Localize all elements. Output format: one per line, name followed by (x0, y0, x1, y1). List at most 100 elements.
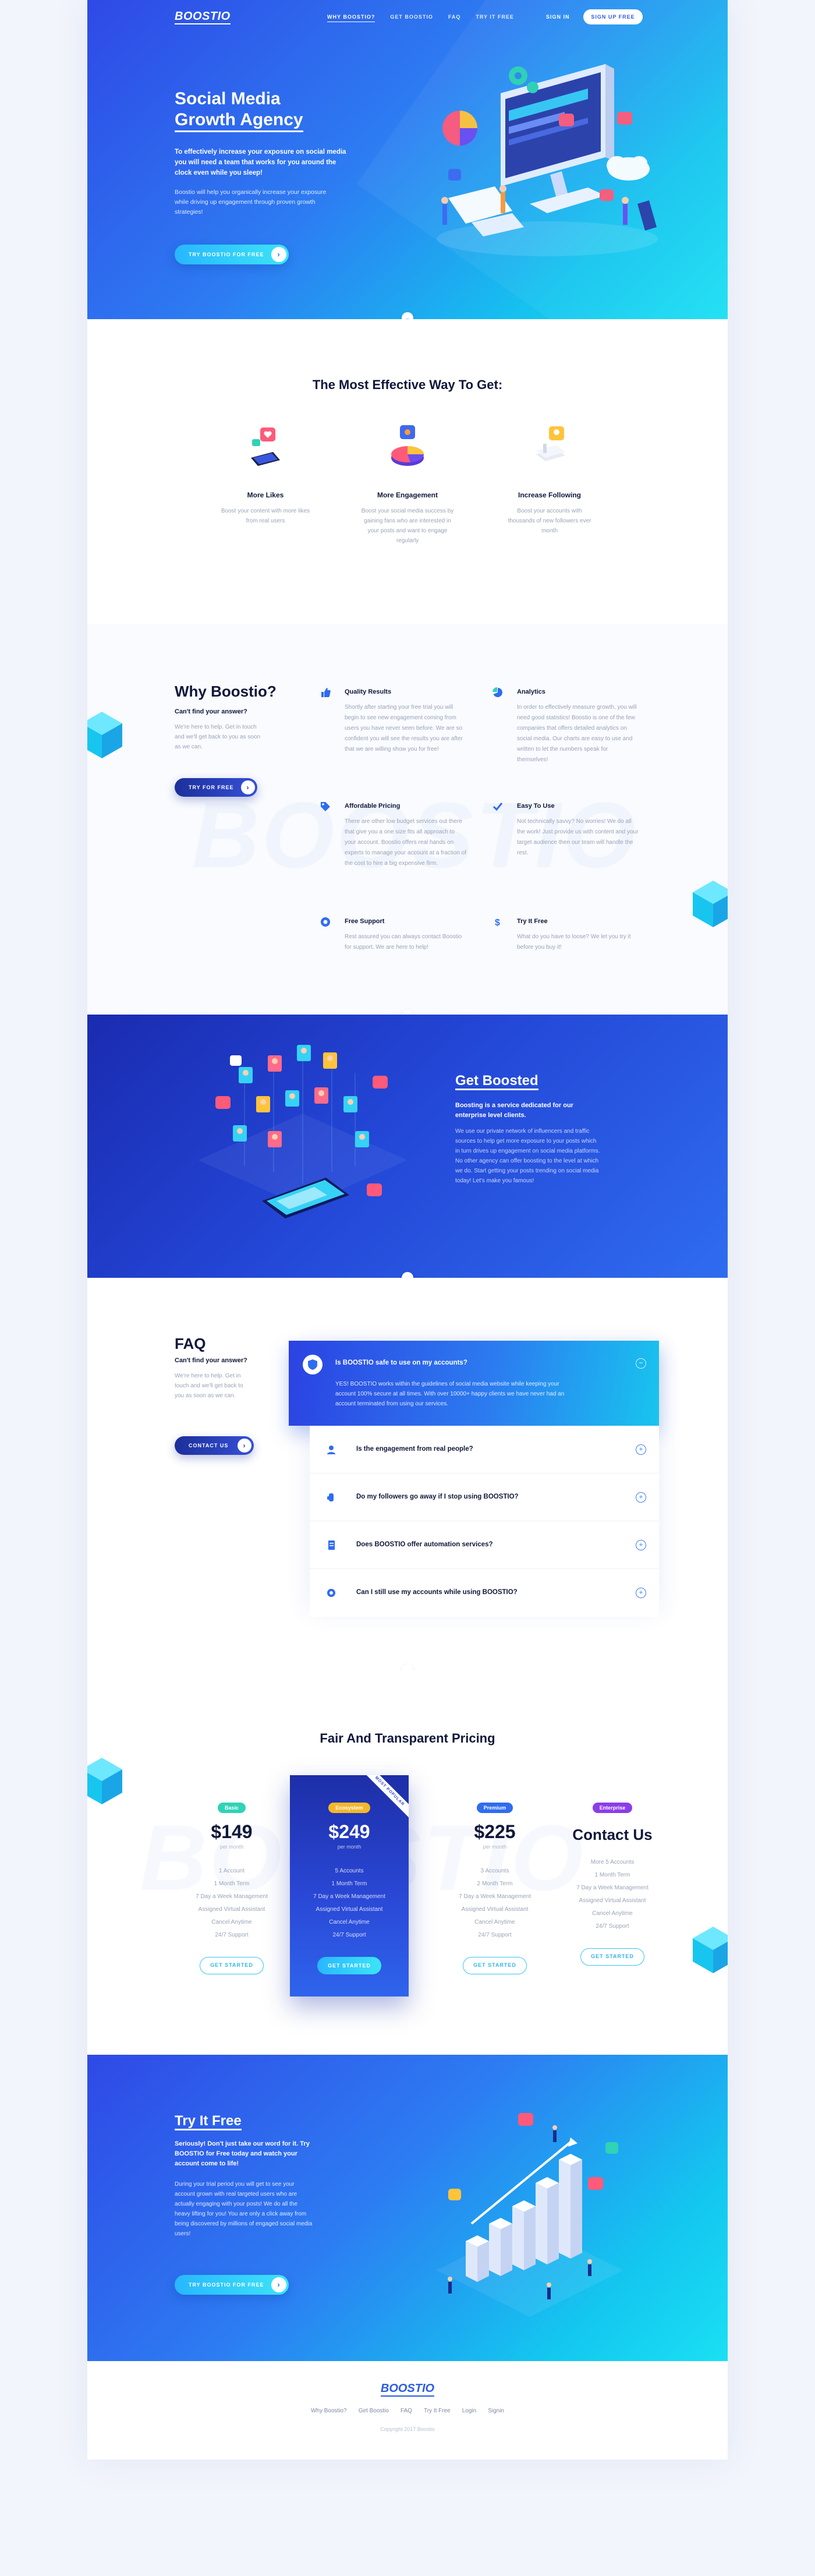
plus-icon[interactable]: + (636, 1588, 646, 1598)
faq-text: We're here to help. Get in touch and we'… (175, 1373, 243, 1399)
nav-link-why[interactable]: WHY BOOSTIO? (327, 14, 375, 22)
footer-logo[interactable]: BOOSTIO (87, 2382, 728, 2397)
faq-item-open[interactable]: Is BOOSTIO safe to use on my accounts? Y… (289, 1341, 659, 1426)
faq-item[interactable]: Do my followers go away if I stop using … (310, 1473, 659, 1521)
scroll-down-button[interactable]: ⌄ (402, 1010, 413, 1015)
footer-link-faq[interactable]: FAQ (401, 2408, 412, 2414)
footer-link-login[interactable]: Login (462, 2408, 476, 2414)
plan-feature: Assigned Virtual Assistant (316, 1906, 383, 1913)
contact-us-button[interactable]: CONTACT US › (175, 1436, 254, 1455)
copyright: Copyright 2017 Boostio (380, 2426, 435, 2432)
feature-text: Boost your accounts with thousands of ne… (508, 508, 591, 534)
followers-icon (536, 426, 565, 461)
brand-logo[interactable]: BOOSTIO (175, 10, 231, 24)
cube-decoration (87, 712, 122, 758)
top-nav: BOOSTIO WHY BOOSTIO? GET BOOSTIO FAQ TRY… (87, 0, 728, 36)
why-subtitle: Can't find your answer? (175, 708, 247, 715)
feature-increase-following: Increase Following Boost your accounts w… (491, 422, 608, 536)
plan-ecosystem: Ecosystem $249 per month 5 Accounts 1 Mo… (291, 1802, 408, 1974)
faq-item[interactable]: Is the engagement from real people? + (310, 1426, 659, 1473)
feature-title: More Engagement (377, 491, 438, 499)
plan-features: More 5 Accounts 1 Month Term 7 Day a Wee… (554, 1856, 671, 1933)
sign-up-button[interactable]: SIGN UP FREE (583, 9, 643, 24)
plan-feature: 7 Day a Week Management (576, 1885, 649, 1891)
try-free-section: Try It Free Seriously! Don't just take o… (87, 2055, 728, 2361)
get-started-button[interactable]: GET STARTED (463, 1957, 527, 1974)
try-free-text: During your trial period you will get to… (175, 2181, 313, 2237)
try-free-cta-button[interactable]: TRY BOOSTIO FOR FREE › (175, 2275, 289, 2295)
scroll-down-button[interactable]: ⌄ (402, 1272, 413, 1278)
try-free-lead: Seriously! Don't just take our word for … (175, 2140, 310, 2167)
footer-link-signin[interactable]: Signin (488, 2408, 504, 2414)
plan-feature: Assigned Virtual Assistant (461, 1906, 529, 1913)
get-boosted-title: Get Boosted (455, 1073, 538, 1090)
faq-item[interactable]: Can I still use my accounts while using … (310, 1569, 659, 1617)
get-boosted-lead: Boosting is a service dedicated for our … (455, 1102, 573, 1119)
plan-feature: More 5 Accounts (590, 1859, 635, 1865)
hero-title-line1: Social Media (175, 89, 281, 108)
collapse-icon[interactable]: − (636, 1358, 646, 1369)
plan-feature: Cancel Anytime (329, 1919, 370, 1925)
hero-cta-label: TRY BOOSTIO FOR FREE (189, 252, 264, 257)
contact-us-label: CONTACT US (189, 1443, 229, 1448)
feature-title: More Likes (247, 491, 284, 499)
plan-period: per month (337, 1844, 362, 1850)
feature-title: Increase Following (518, 491, 582, 499)
plus-icon[interactable]: + (636, 1444, 646, 1455)
feature-more-engagement: More Engagement Boost your social media … (349, 422, 466, 546)
plan-features: 5 Accounts 1 Month Term 7 Day a Week Man… (291, 1865, 408, 1942)
plan-feature: 7 Day a Week Management (459, 1893, 531, 1900)
get-started-button[interactable]: GET STARTED (580, 1948, 644, 1966)
get-started-button[interactable]: GET STARTED (200, 1957, 264, 1974)
dollar-icon: $ (495, 918, 500, 927)
cube-decoration (693, 881, 728, 927)
svg-text:$: $ (495, 918, 500, 927)
plus-icon[interactable]: + (636, 1492, 646, 1503)
nav-link-faq[interactable]: FAQ (448, 14, 461, 22)
sign-in-link[interactable]: SIGN IN (546, 14, 570, 20)
try-free-title-text: Try It Free (175, 2113, 242, 2130)
get-boosted-title-text: Get Boosted (455, 1073, 538, 1090)
plan-feature: 7 Day a Week Management (313, 1893, 385, 1900)
why-text: We're here to help. Get in touch and we'… (175, 724, 261, 750)
arrow-right-icon: › (271, 247, 286, 262)
plus-icon[interactable]: + (636, 1540, 646, 1550)
why-feature-text: Not technically savvy? No worries! We do… (517, 818, 639, 856)
checkmark-icon (492, 803, 503, 811)
get-started-button[interactable]: GET STARTED (317, 1957, 381, 1974)
arrow-right-icon: › (238, 1439, 251, 1453)
footer-link-get[interactable]: Get Boostio (359, 2408, 389, 2414)
plan-feature: 1 Month Term (594, 1872, 630, 1878)
pie-engagement-icon (391, 425, 424, 466)
hero-illustration (437, 64, 658, 256)
plan-price: $225 (474, 1821, 516, 1842)
why-feature-text: Shortly after starting your free trial y… (345, 704, 463, 752)
logo-text: BOOSTIO (175, 10, 231, 24)
why-title: Why Boostio? (175, 683, 277, 700)
footer-links: Why Boostio? Get Boostio FAQ Try It Free… (87, 2408, 728, 2414)
why-feature-quality: Quality Results Shortly after starting y… (321, 688, 467, 755)
why-feature-analytics: Analytics In order to effectively measur… (492, 687, 639, 765)
cube-decoration (87, 1758, 122, 1804)
cube-decoration (693, 1927, 728, 1973)
thumbs-up-icon (321, 688, 331, 697)
get-boosted-section: Get Boosted Boosting is a service dedica… (87, 1015, 728, 1278)
plan-feature: 24/7 Support (596, 1923, 629, 1930)
arrow-right-icon: › (241, 780, 255, 794)
footer-link-try[interactable]: Try It Free (424, 2408, 451, 2414)
why-feature-pricing: Affordable Pricing There are other low b… (321, 802, 467, 869)
plan-feature: 24/7 Support (215, 1932, 249, 1938)
hero-cta-button[interactable]: TRY BOOSTIO FOR FREE › (175, 245, 289, 264)
nav-link-get[interactable]: GET BOOSTIO (390, 14, 433, 22)
why-feature-title: Quality Results (345, 688, 392, 695)
why-cta-button[interactable]: TRY FOR FREE › (175, 778, 257, 797)
faq-item[interactable]: Does BOOSTIO offer automation services? … (310, 1521, 659, 1569)
user-icon (327, 1446, 335, 1454)
footer-link-why[interactable]: Why Boostio? (311, 2408, 347, 2414)
plan-features: 1 Account 1 Month Term 7 Day a Week Mana… (173, 1865, 290, 1942)
scroll-down-button[interactable]: ⌄ (402, 312, 413, 319)
plan-feature: 3 Accounts (480, 1868, 509, 1874)
footer-logo-text: BOOSTIO (380, 2382, 435, 2397)
faq-question: Does BOOSTIO offer automation services? (356, 1541, 493, 1548)
nav-link-try[interactable]: TRY IT FREE (476, 14, 514, 22)
